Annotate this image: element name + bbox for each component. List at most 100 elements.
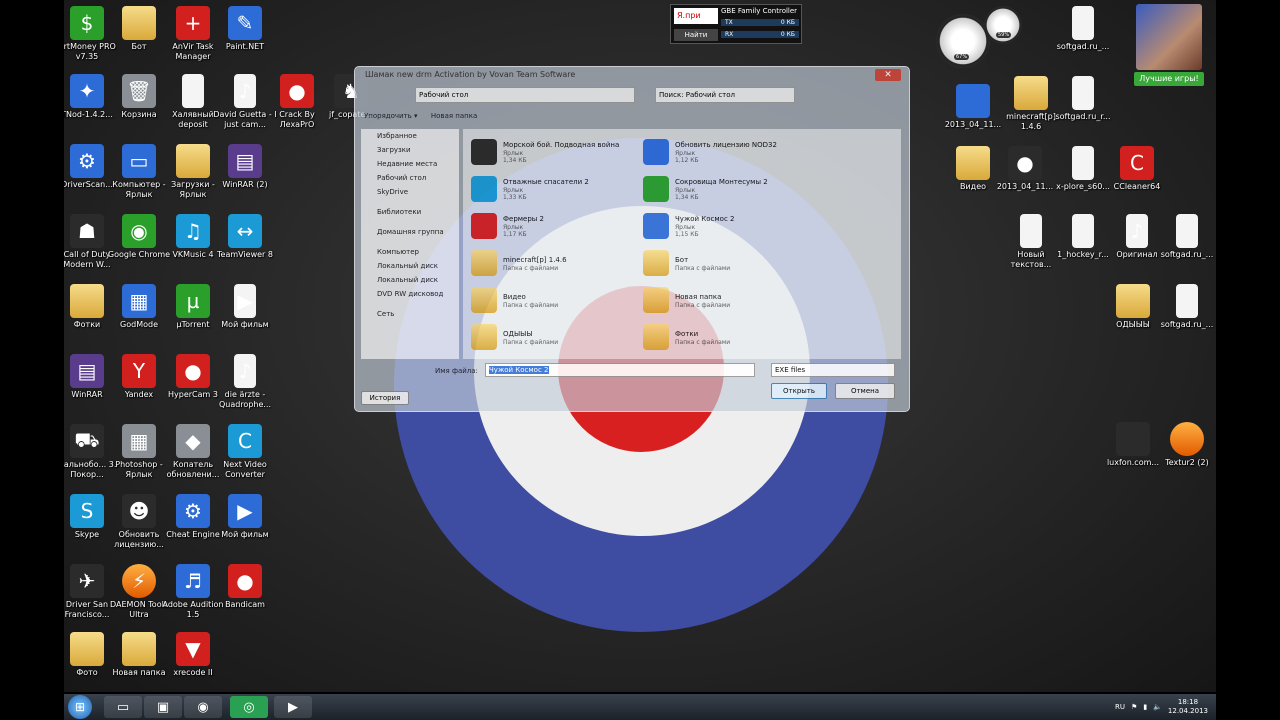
- cancel-button[interactable]: Отмена: [835, 383, 895, 399]
- desktop-icon-label: WinRAR (2): [222, 180, 268, 189]
- shortcut-icon: [471, 139, 497, 165]
- shortcut-icon: [643, 213, 669, 239]
- mp3-icon: ♪: [1126, 214, 1148, 248]
- file-item[interactable]: Фотки Папка с файлами: [643, 320, 853, 354]
- desktop-icon[interactable]: ● 2013_04_11...: [992, 146, 1058, 192]
- desktop-icon[interactable]: ♪ die ärzte - Quadrophe...: [212, 354, 278, 410]
- desktop-icon[interactable]: softgad.ru_...: [1154, 214, 1216, 260]
- nav-item[interactable]: Локальный диск: [361, 273, 459, 287]
- driver-game-icon: ✈: [70, 564, 104, 598]
- desktop-icon[interactable]: softgad.ru_...: [1154, 284, 1216, 330]
- shield-plus-icon: +: [176, 6, 210, 40]
- nav-item[interactable]: SkyDrive: [361, 185, 459, 199]
- desktop-icon[interactable]: ♪ David Guetta - I just cam...: [212, 74, 278, 130]
- nav-item[interactable]: Загрузки: [361, 143, 459, 157]
- file-name: Фермеры 2: [503, 215, 545, 223]
- gadget-title: GBE Family Controller: [721, 7, 798, 15]
- desktop-icon[interactable]: ▤ WinRAR (2): [212, 144, 278, 190]
- xrecode-icon: ▼: [176, 632, 210, 666]
- history-button[interactable]: История: [361, 391, 409, 405]
- eset-icon: ☻: [122, 494, 156, 528]
- clock-time: 18:18: [1177, 698, 1199, 706]
- file-icon: [1072, 76, 1094, 110]
- folder-icon: [471, 287, 497, 313]
- desktop-icon[interactable]: C CCleaner64: [1104, 146, 1170, 192]
- filetype-select[interactable]: EXE files: [771, 363, 895, 377]
- new-folder-button[interactable]: Новая папка: [431, 112, 477, 120]
- desktop-icon[interactable]: ● Bandicam: [212, 564, 278, 610]
- explorer-taskbar-icon[interactable]: ▭: [104, 696, 142, 718]
- desktop-icon[interactable]: ▶ Мой фильм: [212, 284, 278, 330]
- nav-item[interactable]: Рабочий стол: [361, 171, 459, 185]
- film-taskbar-icon[interactable]: ▶: [274, 696, 312, 718]
- desktop-icon[interactable]: softgad.ru_r...: [1050, 76, 1116, 122]
- app-taskbar-icon[interactable]: ◎: [230, 696, 268, 718]
- clock[interactable]: 18:18 12.04.2013: [1168, 698, 1208, 716]
- desktop-icon[interactable]: ▶ Мой фильм: [212, 494, 278, 540]
- address-bar[interactable]: Рабочий стол: [415, 87, 635, 103]
- search-input[interactable]: Поиск: Рабочий стол: [655, 87, 795, 103]
- desktop-icon[interactable]: ✎ Paint.NET: [212, 6, 278, 52]
- cpu-meter-gadget[interactable]: 67%: [936, 14, 990, 68]
- open-button[interactable]: Открыть: [771, 383, 827, 399]
- folder-icon: [122, 632, 156, 666]
- file-item[interactable]: Новая папка Папка с файлами: [643, 283, 853, 317]
- volume-icon[interactable]: 🔈: [1153, 703, 1162, 711]
- desktop-icon-label: David Guetta - I just cam...: [213, 110, 277, 129]
- language-indicator[interactable]: RU: [1115, 703, 1125, 711]
- filename-input[interactable]: Чужой Космос 2: [485, 363, 755, 377]
- folder-icon: [643, 287, 669, 313]
- file-name: Новая папка: [675, 292, 722, 301]
- folder-icon: [643, 324, 669, 350]
- desktop-icon[interactable]: Textur2 (2): [1154, 422, 1216, 468]
- nav-item[interactable]: Локальный диск: [361, 259, 459, 273]
- driver-icon: ⚙: [70, 144, 104, 178]
- games-promo-label[interactable]: Лучшие игры!: [1134, 72, 1204, 86]
- text-file-icon: [1020, 214, 1042, 248]
- desktop-icon[interactable]: ↔ TeamViewer 8: [212, 214, 278, 260]
- nav-item[interactable]: DVD RW дисковод: [361, 287, 459, 301]
- file-item[interactable]: Бот Папка с файлами: [643, 246, 853, 280]
- file-type: Папка с файлами: [675, 264, 731, 272]
- rx-label: RX: [725, 31, 734, 38]
- record-icon: ●: [280, 74, 314, 108]
- file-type: Ярлык: [503, 224, 524, 231]
- games-promo-image[interactable]: [1136, 4, 1202, 70]
- desktop: $ArtMoney PRO v7.35Бот+AnVir Task Manage…: [64, 0, 1216, 692]
- nav-item[interactable]: Сеть: [361, 307, 459, 321]
- desktop-icon[interactable]: 2013_04_11...: [940, 84, 1006, 130]
- converter-icon: C: [228, 424, 262, 458]
- money-icon: $: [70, 6, 104, 40]
- dialog-close-button[interactable]: ✕: [875, 69, 901, 81]
- file-name: Обновить лицензию NOD32: [675, 141, 777, 149]
- desktop-icon[interactable]: C Next Video Converter: [212, 424, 278, 480]
- desktop-icon-label: softgad.ru_...: [1160, 250, 1214, 259]
- ram-meter-gadget[interactable]: 59%: [984, 6, 1022, 44]
- find-button[interactable]: Найти: [674, 29, 718, 41]
- desktop-icon[interactable]: softgad.ru_...: [1050, 6, 1116, 52]
- file-type: Папка с файлами: [675, 301, 731, 309]
- network-icon[interactable]: ▮: [1143, 703, 1147, 711]
- chrome-taskbar-icon[interactable]: ◉: [184, 696, 222, 718]
- film-icon: ▶: [234, 284, 256, 318]
- chrome-icon: ◉: [122, 214, 156, 248]
- file-name: Сокровища Монтесумы 2: [675, 178, 768, 186]
- desktop-icon-label: TeamViewer 8: [217, 250, 273, 259]
- desktop-icon[interactable]: ▼ xrecode II: [160, 632, 226, 678]
- system-tray: RU ⚑ ▮ 🔈 18:18 12.04.2013: [1115, 697, 1208, 717]
- file-icon: [1176, 284, 1198, 318]
- nav-item[interactable]: Домашняя группа: [361, 225, 459, 239]
- window-taskbar-icon[interactable]: ▣: [144, 696, 182, 718]
- nav-item[interactable]: Избранное: [361, 129, 459, 143]
- stone-icon: ◆: [176, 424, 210, 458]
- organize-button[interactable]: Упорядочить ▾: [364, 112, 418, 120]
- file-item[interactable]: Чужой Космос 2 Ярлык 1,15 КБ: [643, 209, 853, 243]
- file-item[interactable]: Обновить лицензию NOD32 Ярлык 1,12 КБ: [643, 135, 853, 169]
- nav-item[interactable]: Компьютер: [361, 245, 459, 259]
- file-item[interactable]: Сокровища Монтесумы 2 Ярлык 1,34 КБ: [643, 172, 853, 206]
- flag-icon[interactable]: ⚑: [1131, 703, 1137, 711]
- file-icon: [1072, 214, 1094, 248]
- start-button[interactable]: ⊞: [68, 695, 92, 719]
- nav-item[interactable]: Библиотеки: [361, 205, 459, 219]
- nav-item[interactable]: Недавние места: [361, 157, 459, 171]
